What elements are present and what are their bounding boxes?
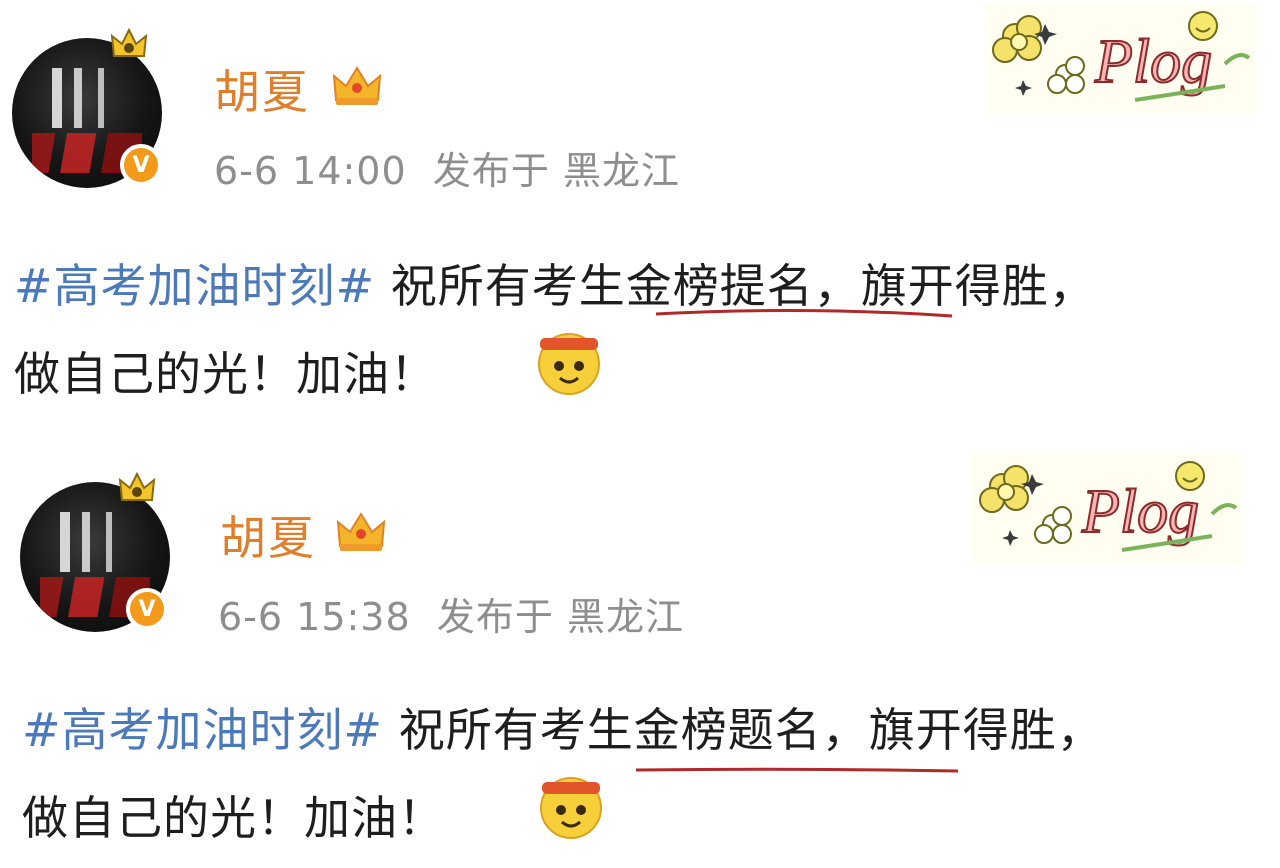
hashtag-link[interactable]: #高考加油时刻# — [14, 259, 375, 313]
post-location: 黑龙江 — [562, 149, 680, 193]
avatar-pendant-icon — [110, 27, 148, 57]
username[interactable]: 胡夏 — [214, 56, 310, 122]
highlight-underline — [655, 308, 953, 318]
post-body-part: 祝所有考生金榜题名，旗开得胜， — [398, 703, 1104, 757]
avatar-pendant-icon — [118, 471, 156, 501]
weibo-post-2: V 胡夏 6-6 15:38 发布于 黑龙江 Plog #高考加油时刻# 祝所有… — [0, 444, 1280, 868]
weibo-post-1: V 胡夏 6-6 14:00 发布于 黑龙江 Plog #高考加油时刻# 祝所有… — [0, 0, 1280, 424]
post-location: 黑龙江 — [566, 595, 684, 639]
highlight-underline — [635, 767, 959, 773]
cheer-emoji-icon — [538, 333, 600, 395]
username[interactable]: 胡夏 — [220, 502, 316, 568]
plog-sticker: Plog — [985, 4, 1255, 114]
verified-badge-icon: V — [126, 588, 168, 630]
verified-badge-icon: V — [120, 144, 162, 186]
post-body-part: 做自己的光！加油！ — [14, 347, 437, 401]
cheer-emoji-icon — [540, 777, 602, 839]
post-time: 6-6 14:00 — [214, 149, 407, 193]
post-body-part: 做自己的光！加油！ — [22, 791, 445, 845]
hashtag-link[interactable]: #高考加油时刻# — [22, 703, 383, 757]
crown-icon — [332, 66, 382, 105]
plog-sticker: Plog — [972, 454, 1242, 564]
post-meta: 6-6 14:00 发布于 黑龙江 — [214, 140, 680, 195]
post-text-line-1: #高考加油时刻# 祝所有考生金榜提名，旗开得胜， — [14, 250, 1096, 316]
post-text-line-1: #高考加油时刻# 祝所有考生金榜题名，旗开得胜， — [22, 694, 1104, 760]
post-text-line-2: 做自己的光！加油！ — [22, 782, 445, 848]
post-text-line-2: 做自己的光！加油！ — [14, 338, 437, 404]
location-prefix: 发布于 — [432, 149, 550, 193]
crown-icon — [336, 512, 386, 551]
location-prefix: 发布于 — [436, 595, 554, 639]
post-body-part: 祝所有考生金榜提名，旗开得胜， — [390, 259, 1096, 313]
post-time: 6-6 15:38 — [218, 595, 411, 639]
post-meta: 6-6 15:38 发布于 黑龙江 — [218, 586, 684, 641]
